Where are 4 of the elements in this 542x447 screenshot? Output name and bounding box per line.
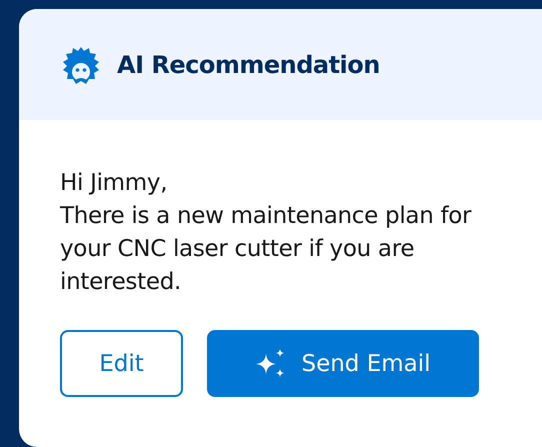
- recommendation-message: Hi Jimmy, There is a new maintenance plan for your CNC laser cutter if you are interested.: [60, 169, 472, 297]
- card-title: AI Recommendation: [117, 50, 380, 78]
- edit-button[interactable]: Edit: [60, 330, 183, 397]
- send-email-button[interactable]: Send Email: [207, 330, 479, 397]
